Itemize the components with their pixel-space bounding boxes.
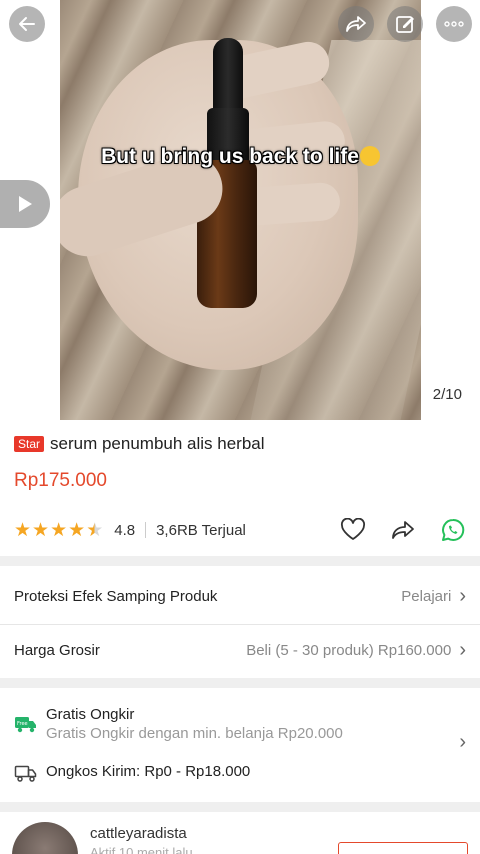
protection-label: Proteksi Efek Samping Produk	[14, 587, 218, 605]
protection-row[interactable]: Proteksi Efek Samping Produk Pelajari ›	[14, 582, 466, 610]
share-icon[interactable]	[390, 519, 416, 541]
more-button[interactable]	[436, 6, 472, 42]
rating-value: 4.8	[114, 521, 136, 539]
star-icon: ★	[68, 519, 86, 541]
section-divider	[0, 556, 480, 566]
wholesale-row[interactable]: Harga Grosir Beli (5 - 30 produk) Rp160.…	[14, 636, 466, 664]
visit-shop-button[interactable]: Kunjungi Toko	[338, 842, 468, 854]
product-media: But u bring us back to life 2/10	[0, 0, 480, 420]
play-video-button[interactable]	[0, 180, 50, 228]
truck-icon	[14, 765, 37, 782]
free-shipping-truck-icon: Free	[15, 717, 36, 733]
star-seller-badge: Star	[14, 436, 45, 452]
chevron-right-icon: ›	[459, 639, 466, 661]
play-icon	[19, 196, 32, 212]
sold-count: 3,6RB Terjual	[156, 521, 246, 539]
free-shipping-title: Gratis Ongkir	[46, 706, 135, 723]
rating-row: ★ ★ ★ ★ ★ 4.8 3,6RB Terjual	[14, 516, 466, 544]
heart-icon[interactable]	[340, 518, 366, 542]
share-icon	[346, 16, 366, 32]
wholesale-value: Beli (5 - 30 produk) Rp160.000	[246, 641, 452, 659]
row-divider	[0, 624, 480, 625]
more-icon	[444, 21, 464, 27]
learn-more-link[interactable]: Pelajari	[401, 588, 451, 605]
dropper-bulb	[213, 38, 243, 114]
back-button[interactable]	[9, 6, 45, 42]
product-price: Rp175.000	[14, 470, 107, 491]
svg-text:Free: Free	[17, 721, 28, 727]
wholesale-label: Harga Grosir	[14, 641, 100, 659]
product-actions	[340, 517, 466, 543]
edit-icon	[396, 16, 414, 33]
chevron-right-icon: ›	[459, 585, 466, 607]
whatsapp-icon[interactable]	[440, 517, 466, 543]
image-counter: 2/10	[432, 386, 462, 403]
shipping-cost: Ongkos Kirim: Rp0 - Rp18.000	[46, 763, 251, 780]
seller-name[interactable]: cattleyaradista	[90, 825, 193, 842]
free-shipping-subtitle: Gratis Ongkir dengan min. belanja Rp20.0…	[46, 725, 343, 742]
half-star-icon: ★	[86, 519, 104, 541]
shipping-cost-row[interactable]: Ongkos Kirim: Rp0 - Rp18.000	[14, 763, 250, 783]
rating-stars: ★ ★ ★ ★ ★	[14, 521, 104, 540]
product-title-row: Star serum penumbuh alis herbal	[14, 434, 265, 454]
share-top-button[interactable]	[338, 6, 374, 42]
seller-card: cattleyaradista Aktif 10 menit lalu Kunj…	[12, 822, 468, 854]
divider	[145, 522, 147, 538]
video-caption: But u bring us back to life	[60, 145, 421, 169]
star-icon: ★	[14, 519, 32, 541]
kissing-face-emoji-icon	[359, 146, 380, 166]
seller-status: Aktif 10 menit lalu	[90, 845, 193, 854]
back-arrow-icon	[19, 17, 35, 31]
section-divider	[0, 678, 480, 688]
chevron-right-icon: ›	[459, 731, 466, 753]
seller-avatar[interactable]	[12, 822, 78, 854]
product-photo[interactable]	[60, 0, 421, 420]
star-icon: ★	[50, 519, 68, 541]
star-icon: ★	[32, 519, 50, 541]
edit-button[interactable]	[387, 6, 423, 42]
section-divider	[0, 802, 480, 812]
product-title: serum penumbuh alis herbal	[50, 434, 265, 453]
free-shipping-row[interactable]: Free Gratis Ongkir Gratis Ongkir dengan …	[14, 706, 466, 752]
